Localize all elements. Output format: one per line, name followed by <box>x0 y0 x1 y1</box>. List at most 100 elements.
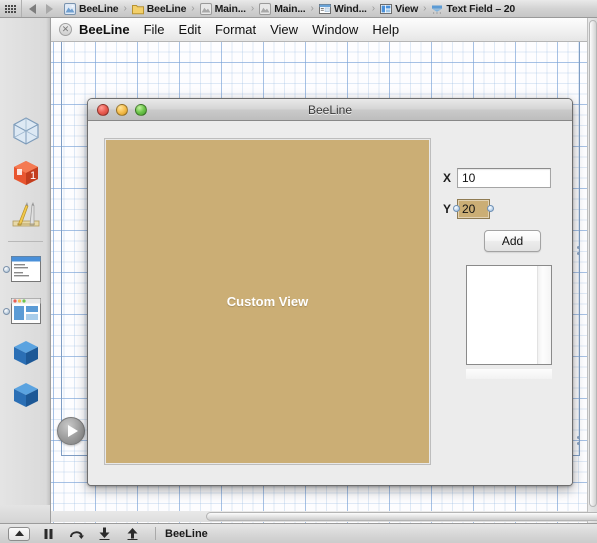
table-horizontal-scrollbar[interactable] <box>466 369 552 379</box>
step-over-button[interactable] <box>66 527 86 541</box>
app-menu-bar: ✕ BeeLine File Edit Format View Window H… <box>51 18 587 42</box>
editor-horizontal-scrollbar[interactable] <box>51 511 597 522</box>
svg-text:1: 1 <box>30 170 36 182</box>
menu-window-icon <box>10 256 41 282</box>
debug-bar: BeeLine <box>0 523 597 543</box>
library-item-window-object[interactable] <box>0 290 51 332</box>
breadcrumb-item-textfield[interactable]: Text Field – 20 <box>429 3 517 15</box>
debug-bar-divider <box>155 527 156 540</box>
y-field[interactable]: 20 <box>457 199 490 219</box>
library-strip-items: 1 <box>0 110 51 416</box>
breadcrumb-label: Wind... <box>333 2 367 15</box>
back-arrow-icon[interactable] <box>29 3 36 14</box>
breadcrumb-label: Main... <box>274 2 306 15</box>
storyboard-icon <box>259 2 272 15</box>
debug-process-label: BeeLine <box>165 527 208 540</box>
view-icon <box>380 3 393 14</box>
window-titlebar[interactable]: BeeLine <box>88 99 572 121</box>
y-field-wrapper: 20 <box>453 199 494 219</box>
folder-icon <box>131 4 144 14</box>
red-cube-icon: 1 <box>13 161 38 185</box>
window-content: Custom View X 10 Y 20 Add <box>88 121 572 485</box>
menu-item-format[interactable]: Format <box>215 22 256 37</box>
breadcrumb-label: Text Field – 20 <box>446 2 515 15</box>
library-item-object-library[interactable] <box>0 194 51 236</box>
breadcrumb-label: Main... <box>214 2 246 15</box>
wireframe-cube-icon <box>12 117 39 145</box>
breadcrumb-item-group[interactable]: BeeLine <box>130 3 188 15</box>
library-item-menu-object[interactable] <box>0 248 51 290</box>
add-button[interactable]: Add <box>484 230 541 252</box>
scrollbar-thumb[interactable] <box>589 20 597 507</box>
custom-view[interactable]: Custom View <box>104 138 431 465</box>
play-icon <box>67 425 78 437</box>
window-title: BeeLine <box>307 102 353 117</box>
connection-dot-icon <box>3 308 10 315</box>
library-item-code-snippet[interactable]: 1 <box>0 152 51 194</box>
menu-app-name[interactable]: BeeLine <box>79 22 130 37</box>
menu-item-edit[interactable]: Edit <box>179 22 201 37</box>
menu-item-file[interactable]: File <box>144 22 165 37</box>
jump-bar-nav <box>22 3 62 14</box>
editor-area: 1 ✕ BeeLine File Edit Format View Window… <box>0 18 597 523</box>
menu-item-view[interactable]: View <box>270 22 298 37</box>
window-icon <box>318 3 331 14</box>
canvas-vertical-scrollbar[interactable] <box>587 18 597 523</box>
breadcrumb-item-storyboard-1[interactable]: Main... <box>198 2 248 15</box>
scrollbar-thumb[interactable] <box>206 512 597 521</box>
breadcrumb-item-storyboard-2[interactable]: Main... <box>257 2 307 15</box>
ruler-pencil-icon <box>12 202 39 227</box>
menu-item-window[interactable]: Window <box>312 22 358 37</box>
x-field[interactable]: 10 <box>457 168 551 188</box>
breadcrumb-separator: › <box>191 3 195 14</box>
breadcrumb-separator: › <box>250 3 255 14</box>
breadcrumb-label: View <box>395 2 419 15</box>
x-label: X <box>443 171 452 185</box>
y-field-row: Y 20 <box>443 199 494 219</box>
breadcrumb-label: BeeLine <box>79 2 119 15</box>
connection-dot-icon <box>3 266 10 273</box>
breadcrumb-separator: › <box>423 3 427 14</box>
up-triangle-icon <box>14 530 24 536</box>
library-strip-divider <box>8 241 43 242</box>
blue-cube-icon <box>13 341 38 365</box>
table-view[interactable] <box>466 265 552 365</box>
breadcrumb-item-project[interactable]: BeeLine <box>62 2 120 15</box>
breadcrumb-separator: › <box>123 3 127 14</box>
simulated-app-window[interactable]: BeeLine Custom View X 10 Y 20 Add <box>87 98 573 486</box>
step-over-icon <box>69 530 84 539</box>
close-icon[interactable]: ✕ <box>59 23 72 36</box>
library-item-file-template[interactable] <box>0 110 51 152</box>
forward-arrow-icon[interactable] <box>46 3 53 14</box>
grid-icon <box>5 4 16 13</box>
menu-item-help[interactable]: Help <box>372 22 399 37</box>
run-play-button[interactable] <box>57 417 85 445</box>
jump-bar-grid-button[interactable] <box>0 0 22 17</box>
storyboard-icon <box>199 2 212 15</box>
step-into-icon <box>99 527 109 540</box>
step-out-button[interactable] <box>122 527 142 541</box>
blue-cube-icon <box>13 383 38 407</box>
pause-icon <box>44 528 52 539</box>
custom-view-label: Custom View <box>226 294 309 309</box>
textfield-icon <box>432 5 443 14</box>
resize-handle-right[interactable] <box>487 205 494 212</box>
breadcrumb-separator: › <box>310 3 314 14</box>
resize-handle-left[interactable] <box>453 205 460 212</box>
project-icon <box>64 2 76 15</box>
app-window-icon <box>10 298 41 324</box>
breadcrumb-item-window[interactable]: Wind... <box>317 3 369 15</box>
library-item-blue-cube-1[interactable] <box>0 332 51 374</box>
jump-bar: BeeLine › BeeLine › Main... › Main... › … <box>0 0 597 18</box>
pause-button[interactable] <box>38 527 58 541</box>
x-field-row: X 10 <box>443 168 551 188</box>
library-strip-footer <box>0 505 51 523</box>
step-out-icon <box>127 528 137 540</box>
breadcrumb-item-view[interactable]: View <box>378 3 420 15</box>
library-item-blue-cube-2[interactable] <box>0 374 51 416</box>
breadcrumb-separator: › <box>371 3 376 14</box>
breadcrumb-label: BeeLine <box>146 2 187 15</box>
step-into-button[interactable] <box>94 527 114 541</box>
toggle-debug-area-button[interactable] <box>8 526 30 541</box>
table-vertical-scrollbar[interactable] <box>537 266 551 364</box>
